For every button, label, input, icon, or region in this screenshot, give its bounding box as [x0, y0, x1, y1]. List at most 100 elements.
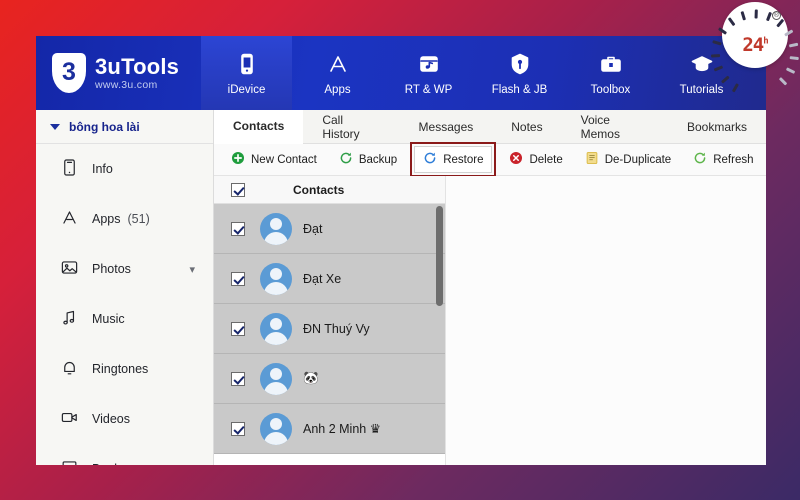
books-icon [60, 458, 79, 465]
contact-rows: Đạt Đạt Xe ĐN Thuý Vy 🐼 Anh 2 Minh ♛ [214, 204, 445, 454]
contact-row[interactable]: ĐN Thuý Vy [214, 304, 445, 354]
sidebar-item-count: (51) [127, 212, 150, 226]
nav-item-flash-jb[interactable]: Flash & JB [474, 36, 565, 110]
contact-name: Đạt Xe [303, 271, 342, 286]
ringtone-icon [417, 51, 441, 77]
document-icon [585, 151, 599, 168]
nav-item-label: RT & WP [404, 83, 453, 96]
contact-column-header: Contacts [293, 182, 345, 197]
contact-name: Anh 2 Minh ♛ [303, 422, 381, 436]
list-scrollbar[interactable] [436, 206, 443, 306]
badge-tick [776, 18, 785, 28]
tab-notes[interactable]: Notes [492, 110, 561, 143]
24h-logo-badge: ® 24h [710, 2, 799, 93]
contact-name: 🐼 [303, 371, 319, 385]
flash-icon [508, 51, 532, 77]
avatar [260, 212, 292, 245]
tab-bar: Contacts Call History Messages Notes Voice M… [214, 110, 766, 144]
sidebar-item-ringtones[interactable]: Ringtones [36, 344, 213, 394]
toolbar-button-label: De-Duplicate [604, 153, 672, 166]
contact-row[interactable]: Đạt [214, 204, 445, 254]
sidebar: bông hoa lài Info Apps (51) Photos ▾ Music Rin… [36, 110, 214, 465]
delete-circle-icon [509, 151, 523, 168]
restore-arrow-icon [423, 151, 437, 168]
new-contact-button[interactable]: New Contact [222, 146, 326, 173]
nav-item-label: Flash & JB [491, 83, 548, 96]
contact-checkbox[interactable] [231, 271, 245, 286]
nav-item-label: Toolbox [590, 83, 631, 96]
graduation-icon [690, 51, 714, 77]
select-all-checkbox[interactable] [231, 182, 245, 197]
device-selector[interactable]: bông hoa lài [36, 110, 213, 144]
contact-checkbox[interactable] [231, 221, 245, 236]
sidebar-item-books[interactable]: Books [36, 444, 213, 465]
contact-checkbox[interactable] [231, 421, 245, 436]
registered-mark: ® [772, 11, 781, 20]
chevron-down-icon [50, 123, 60, 130]
toolbar-button-label: Refresh [713, 153, 754, 166]
video-icon [60, 408, 79, 430]
tab-contacts[interactable]: Contacts [214, 110, 304, 144]
sidebar-item-label: Music [92, 312, 125, 326]
nav-item-apps[interactable]: Apps [292, 36, 383, 110]
restore-highlight-box: Restore [410, 142, 497, 177]
sidebar-item-label: Apps [92, 212, 121, 226]
toolbar-button-label: Backup [358, 153, 398, 166]
refresh-button[interactable]: Refresh [684, 146, 762, 173]
toolbar-button-label: Delete [529, 153, 563, 166]
avatar [260, 362, 292, 395]
sidebar-item-apps[interactable]: Apps (51) [36, 194, 213, 244]
badge-number: 24 [742, 34, 764, 56]
sidebar-item-music[interactable]: Music [36, 294, 213, 344]
device-name: bông hoa lài [69, 119, 140, 134]
contact-row[interactable]: Đạt Xe [214, 254, 445, 304]
shield-logo-icon: 3 [52, 53, 86, 93]
brand-url: www.3u.com [95, 78, 158, 91]
appstore-icon [326, 51, 350, 77]
toolbar-button-label: Restore [443, 153, 484, 166]
sidebar-items: Info Apps (51) Photos ▾ Music Ringtones Videos B… [36, 144, 213, 465]
nav-item-toolbox[interactable]: Toolbox [565, 36, 656, 110]
restore-button[interactable]: Restore [414, 146, 493, 173]
tab-label: Voice Memos [580, 112, 620, 141]
badge-tick [727, 16, 736, 27]
top-navigation-bar: 3 3uTools www.3u.com iDevice Apps RT & WP F… [36, 36, 766, 110]
contact-row[interactable]: 🐼 [214, 354, 445, 404]
sidebar-item-videos[interactable]: Videos [36, 394, 213, 444]
sidebar-item-label: Photos [92, 262, 131, 276]
avatar [260, 312, 292, 345]
contact-row[interactable]: Anh 2 Minh ♛ [214, 404, 445, 454]
bell-icon [60, 358, 79, 380]
backup-button[interactable]: Backup [330, 146, 406, 173]
delete-button[interactable]: Delete [500, 146, 571, 173]
info-device-icon [60, 158, 79, 180]
badge-text: 24h [722, 34, 788, 56]
toolbar-button-label: New Contact [251, 153, 317, 166]
chevron-down-icon[interactable]: ▾ [189, 263, 195, 276]
tab-label: Contacts [233, 119, 285, 133]
contact-checkbox[interactable] [231, 371, 245, 386]
tab-call-history[interactable]: Call History [303, 110, 399, 143]
tab-bookmarks[interactable]: Bookmarks [668, 110, 766, 143]
contact-checkbox[interactable] [231, 321, 245, 336]
refresh-arrow-icon [693, 151, 707, 168]
content-area: Contacts Đạt Đạt Xe ĐN Thuý Vy 🐼 Anh 2 Minh … [214, 176, 766, 465]
sidebar-item-label: Info [92, 162, 113, 176]
sidebar-item-info[interactable]: Info [36, 144, 213, 194]
sidebar-item-photos[interactable]: Photos ▾ [36, 244, 213, 294]
badge-tick [785, 67, 796, 75]
tab-label: Bookmarks [686, 119, 747, 134]
tab-voice-memos[interactable]: Voice Memos [562, 110, 668, 143]
nav-item-label: Apps [324, 83, 351, 96]
nav-item-idevice[interactable]: iDevice [201, 36, 292, 110]
badge-sup: h [763, 36, 769, 47]
tab-label: Messages [418, 119, 474, 134]
contact-detail-pane [446, 176, 766, 465]
tab-messages[interactable]: Messages [400, 110, 493, 143]
contact-list-header: Contacts [214, 176, 445, 204]
nav-items: iDevice Apps RT & WP Flash & JB Toolbox Tutor… [201, 36, 747, 110]
nav-item-rt-wp[interactable]: RT & WP [383, 36, 474, 110]
de-duplicate-button[interactable]: De-Duplicate [576, 146, 680, 173]
sidebar-item-label: Ringtones [92, 362, 149, 376]
brand-logo: 3 3uTools www.3u.com [36, 36, 201, 110]
